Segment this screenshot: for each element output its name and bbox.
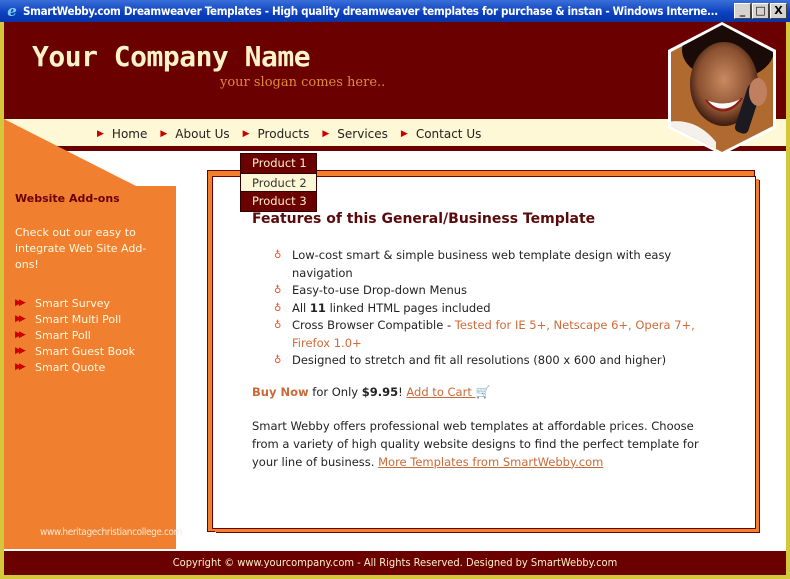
products-dropdown: Product 1 Product 2 Product 3 <box>240 153 317 212</box>
addon-link-smart-quote[interactable]: ▶▶ Smart Quote <box>15 359 175 375</box>
page-heading: Features of this General/Business Templa… <box>252 211 596 227</box>
double-arrow-icon: ▶▶ <box>15 314 26 324</box>
double-arrow-icon: ▶▶ <box>15 298 26 308</box>
internet-explorer-icon: e <box>7 2 17 20</box>
site-footer: Copyright © www.yourcompany.com - All Ri… <box>4 551 786 575</box>
bullet-icon: ♁ <box>274 355 282 366</box>
more-templates-link[interactable]: More Templates from SmartWebby.com <box>378 455 603 469</box>
feature-text: Designed to stretch and fit all resoluti… <box>292 353 667 367</box>
bullet-icon: ♁ <box>274 302 282 314</box>
addon-label: Smart Survey <box>35 296 111 310</box>
page-count: 11 <box>309 300 326 315</box>
feature-text: linked HTML pages included <box>325 300 491 315</box>
close-button[interactable]: X <box>770 3 787 19</box>
company-name: Your Company Name <box>32 40 311 73</box>
feature-item: ♁ All 11 linked HTML pages included <box>274 300 712 318</box>
addon-label: Smart Quote <box>35 360 106 374</box>
arrow-right-icon: ▶ <box>400 129 408 139</box>
addon-link-smart-guest-book[interactable]: ▶▶ Smart Guest Book <box>15 343 175 359</box>
nav-item-services[interactable]: ▶ Services <box>322 127 388 141</box>
shopping-cart-icon[interactable]: 🛒 <box>475 385 490 399</box>
addon-list: ▶▶ Smart Survey ▶▶ Smart Multi Poll ▶▶ Smar… <box>15 295 175 375</box>
description-paragraph: Smart Webby offers professional web temp… <box>252 417 702 471</box>
addon-link-smart-survey[interactable]: ▶▶ Smart Survey <box>15 295 175 311</box>
feature-text: Low-cost smart & simple business web tem… <box>292 248 672 280</box>
addon-label: Smart Poll <box>35 328 91 342</box>
feature-text: Easy-to-use Drop-down Menus <box>292 283 468 297</box>
slogan: your slogan comes here.. <box>220 75 386 90</box>
bullet-icon: ♁ <box>274 250 282 261</box>
nav-item-products[interactable]: ▶ Products <box>243 127 310 141</box>
buy-text: for Only <box>308 384 362 399</box>
minimize-button[interactable]: _ <box>734 3 751 19</box>
bullet-icon: ♁ <box>274 285 282 296</box>
dropdown-item-product-2[interactable]: Product 2 <box>241 173 316 192</box>
feature-item: ♁ Cross Browser Compatible - Tested for I… <box>274 317 712 352</box>
feature-list: ♁ Low-cost smart & simple business web te… <box>252 247 712 370</box>
price: $9.95 <box>361 384 399 399</box>
nav-item-contact-us[interactable]: ▶ Contact Us <box>401 127 481 141</box>
double-arrow-icon: ▶▶ <box>15 346 26 356</box>
watermark: www.heritagechristiancollege.com <box>40 527 183 538</box>
arrow-right-icon: ▶ <box>322 129 330 139</box>
add-to-cart-link[interactable]: Add to Cart <box>406 385 475 399</box>
sidebar: Website Add-ons Check out our easy to in… <box>15 192 175 375</box>
double-arrow-icon: ▶▶ <box>15 362 26 372</box>
title-bar: e SmartWebby.com Dreamweaver Templates -… <box>0 0 790 22</box>
dropdown-item-product-1[interactable]: Product 1 <box>241 154 316 173</box>
feature-item: ♁ Low-cost smart & simple business web te… <box>274 247 712 282</box>
feature-item: ♁ Easy-to-use Drop-down Menus <box>274 282 712 300</box>
buy-line: Buy Now for Only $9.95! Add to Cart 🛒 <box>252 385 712 399</box>
nav-label: Products <box>257 127 310 141</box>
header-photo <box>668 22 776 154</box>
feature-item: ♁ Designed to stretch and fit all resolut… <box>274 352 712 370</box>
web-page: Your Company Name your slogan comes here… <box>4 22 786 575</box>
arrow-right-icon: ▶ <box>242 129 250 139</box>
addon-label: Smart Multi Poll <box>35 312 122 326</box>
nav-label: Contact Us <box>415 127 482 141</box>
dropdown-item-product-3[interactable]: Product 3 <box>241 192 316 211</box>
double-arrow-icon: ▶▶ <box>15 330 26 340</box>
addon-label: Smart Guest Book <box>35 344 135 358</box>
maximize-button[interactable]: □ <box>752 3 769 19</box>
main-content: Features of this General/Business Templa… <box>252 211 712 471</box>
window-title: SmartWebby.com Dreamweaver Templates - H… <box>23 4 718 18</box>
feature-text: All <box>292 300 310 315</box>
addon-link-smart-multi-poll[interactable]: ▶▶ Smart Multi Poll <box>15 311 175 327</box>
sidebar-title: Website Add-ons <box>15 192 120 205</box>
feature-text: Cross Browser Compatible - <box>292 318 455 332</box>
bullet-icon: ♁ <box>274 320 282 331</box>
nav-label: About Us <box>175 127 230 141</box>
nav-label: Services <box>337 127 388 141</box>
addon-link-smart-poll[interactable]: ▶▶ Smart Poll <box>15 327 175 343</box>
buy-now-label: Buy Now <box>252 384 309 399</box>
sidebar-text: Check out our easy to integrate Web Site… <box>15 226 147 271</box>
